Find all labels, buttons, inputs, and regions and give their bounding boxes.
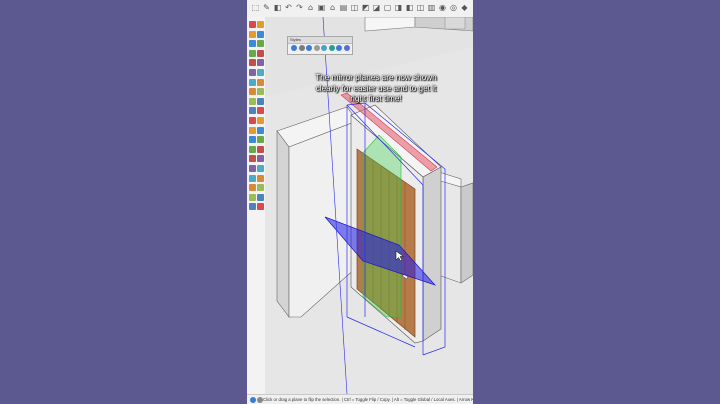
mirror-plane-green[interactable] bbox=[362, 134, 402, 318]
warehouse-icon[interactable]: ▤ bbox=[339, 3, 348, 12]
orbit-tool-icon-alt[interactable] bbox=[257, 155, 264, 163]
door-frame-side bbox=[422, 166, 442, 342]
section-tool-icon-alt[interactable] bbox=[257, 193, 264, 201]
shape-tool-icon[interactable] bbox=[249, 69, 256, 76]
style-option-icon[interactable] bbox=[306, 45, 312, 51]
orbit-tool-icon[interactable] bbox=[249, 155, 256, 163]
line-tool-icon[interactable] bbox=[249, 49, 256, 57]
move-tool-icon[interactable] bbox=[249, 88, 256, 96]
sandbox-tool-icon[interactable] bbox=[249, 203, 256, 211]
text-tool-icon[interactable] bbox=[249, 126, 256, 134]
box-icon[interactable]: ▣ bbox=[317, 3, 326, 12]
styles-panel[interactable]: Styles bbox=[287, 36, 353, 55]
house-icon[interactable]: ⌂ bbox=[328, 3, 337, 12]
left-wall-front bbox=[276, 130, 290, 318]
right-letterbox bbox=[473, 0, 720, 404]
undo-icon[interactable]: ↶ bbox=[284, 3, 293, 12]
info-icon[interactable] bbox=[250, 397, 256, 403]
pencil-tool-icon-alt[interactable] bbox=[257, 40, 264, 48]
shape-tool-icon-alt[interactable] bbox=[257, 69, 264, 76]
redo-icon[interactable]: ↷ bbox=[295, 3, 304, 12]
paint-tool-icon[interactable] bbox=[249, 145, 256, 153]
left-icon[interactable]: ▥ bbox=[427, 3, 436, 12]
video-caption: The mirror planes are now shown clearly … bbox=[315, 73, 437, 104]
status-bar: Click or drag a plane to flip the select… bbox=[247, 394, 473, 404]
home-icon[interactable]: ⌂ bbox=[306, 3, 315, 12]
walk-tool-icon-alt[interactable] bbox=[257, 184, 264, 192]
sandbox-tool-icon-alt[interactable] bbox=[257, 203, 264, 211]
push-pull-tool-icon[interactable] bbox=[249, 78, 256, 86]
paint-icon[interactable]: ◧ bbox=[273, 3, 282, 12]
top-icon[interactable]: ▢ bbox=[383, 3, 392, 12]
camera-icon[interactable]: ◎ bbox=[449, 3, 458, 12]
left-letterbox bbox=[0, 0, 247, 404]
top-toolbar: ⬚ ✎ ◧ ↶ ↷ ⌂ ▣ ⌂ ▤ ◫ ◩ ◪ ▢ ◨ ◧ ◫ ▥ ◉ ◎ ◆ bbox=[247, 0, 473, 18]
right-icon[interactable]: ◧ bbox=[405, 3, 414, 12]
arc-tool-icon-alt[interactable] bbox=[257, 59, 264, 67]
arc-tool-icon[interactable] bbox=[249, 59, 256, 67]
back-icon[interactable]: ◫ bbox=[416, 3, 425, 12]
rotate-tool-icon-alt[interactable] bbox=[257, 97, 264, 105]
styles-panel-title: Styles bbox=[288, 37, 352, 44]
far-wall-ledge bbox=[444, 17, 466, 30]
pan-tool-icon-alt[interactable] bbox=[257, 165, 264, 172]
rotate-tool-icon[interactable] bbox=[249, 97, 256, 105]
zoom-tool-icon[interactable] bbox=[249, 174, 256, 182]
eraser-tool-icon[interactable] bbox=[249, 30, 256, 38]
model-viewport[interactable]: Styles The mirror planes are now shown c… bbox=[265, 17, 473, 394]
eraser-icon[interactable]: ✎ bbox=[262, 3, 271, 12]
style-option-icon[interactable] bbox=[336, 45, 342, 51]
offset-tool-icon-alt[interactable] bbox=[257, 107, 264, 115]
style-option-icon[interactable] bbox=[298, 45, 305, 51]
push-pull-tool-icon-alt[interactable] bbox=[257, 78, 264, 86]
axes-tool-icon-alt[interactable] bbox=[257, 136, 264, 144]
back-wall-top bbox=[364, 17, 416, 32]
select-icon[interactable]: ⬚ bbox=[251, 3, 260, 12]
walk-tool-icon[interactable] bbox=[249, 184, 256, 192]
paint-tool-icon-alt[interactable] bbox=[257, 145, 264, 153]
text-tool-icon-alt[interactable] bbox=[257, 126, 264, 134]
tape-tool-icon-alt[interactable] bbox=[257, 117, 264, 124]
style-option-icon[interactable] bbox=[328, 45, 335, 51]
select-tool-icon-alt[interactable] bbox=[257, 21, 264, 28]
line-tool-icon-alt[interactable] bbox=[257, 49, 264, 57]
style-option-icon[interactable] bbox=[343, 45, 350, 51]
style-icon[interactable]: ◉ bbox=[438, 3, 447, 12]
style-option-icon[interactable] bbox=[321, 45, 327, 51]
status-text: Click or drag a plane to flip the select… bbox=[263, 397, 473, 402]
move-tool-icon-alt[interactable] bbox=[257, 88, 264, 96]
sketchup-window: ⬚✎◧↶↷⌂▣⌂▤◫◩◪▢◨◧◫▥◉◎◆ bbox=[247, 0, 473, 404]
tool-palette bbox=[247, 17, 266, 397]
section-tool-icon[interactable] bbox=[249, 193, 256, 201]
model-icon[interactable]: ◫ bbox=[350, 3, 359, 12]
pan-tool-icon[interactable] bbox=[249, 165, 256, 172]
select-tool-icon[interactable] bbox=[249, 21, 256, 28]
view-icon[interactable]: ◩ bbox=[361, 3, 370, 12]
right-wall-side bbox=[460, 182, 473, 284]
style-option-icon[interactable] bbox=[291, 45, 297, 51]
offset-tool-icon[interactable] bbox=[249, 107, 256, 115]
eraser-tool-icon-alt[interactable] bbox=[257, 30, 264, 38]
style-option-icon[interactable] bbox=[313, 45, 320, 51]
front-icon[interactable]: ◨ bbox=[394, 3, 403, 12]
zoom-tool-icon-alt[interactable] bbox=[257, 174, 264, 182]
tape-tool-icon[interactable] bbox=[249, 117, 256, 124]
tag-icon[interactable]: ◆ bbox=[460, 3, 469, 12]
pencil-tool-icon[interactable] bbox=[249, 40, 256, 48]
iso-icon[interactable]: ◪ bbox=[372, 3, 381, 12]
axes-tool-icon[interactable] bbox=[249, 136, 256, 144]
